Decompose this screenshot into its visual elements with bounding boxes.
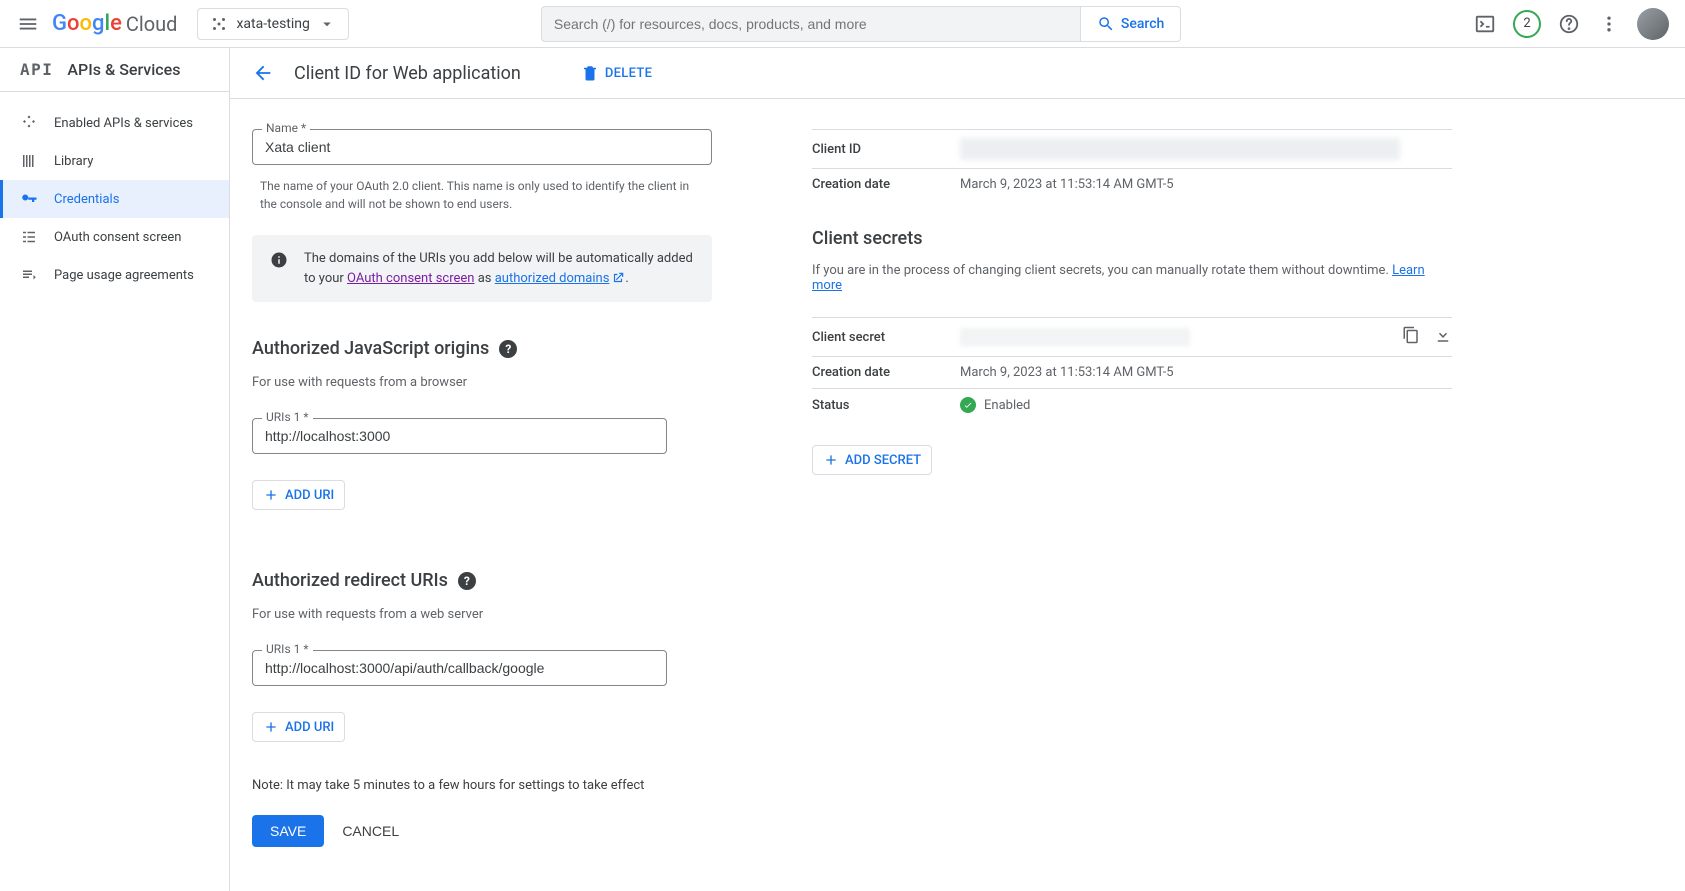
right-column: Client ID Creation date March 9, 2023 at… — [812, 129, 1452, 475]
external-link-icon — [611, 271, 625, 285]
chevron-down-icon — [318, 15, 336, 33]
sidebar-title: APIs & Services — [67, 60, 180, 79]
delete-button[interactable]: DELETE — [581, 64, 652, 82]
redirect-uri-input[interactable] — [252, 650, 667, 686]
project-selector[interactable]: xata-testing — [197, 8, 348, 40]
project-name: xata-testing — [236, 16, 309, 32]
redirect-uri-label: URIs 1 * — [262, 642, 313, 656]
left-column: Name * The name of your OAuth 2.0 client… — [252, 129, 712, 847]
client-secrets-heading: Client secrets — [812, 228, 1452, 249]
creation-date-row: Creation date March 9, 2023 at 11:53:14 … — [812, 168, 1452, 200]
note-text: Note: It may take 5 minutes to a few hou… — [252, 778, 712, 793]
help-tooltip-icon[interactable]: ? — [458, 572, 476, 590]
redacted-client-secret — [960, 328, 1190, 346]
sidebar-item-label: Enabled APIs & services — [54, 116, 193, 131]
button-row: SAVE CANCEL — [252, 815, 712, 847]
client-id-row: Client ID — [812, 129, 1452, 168]
agreement-icon — [20, 266, 38, 284]
secret-actions — [1402, 326, 1452, 348]
sidebar-item-page-usage[interactable]: Page usage agreements — [0, 256, 229, 294]
search-icon — [1097, 15, 1115, 33]
redirect-uri-field: URIs 1 * — [252, 650, 712, 686]
redirect-sub: For use with requests from a web server — [252, 607, 712, 622]
google-cloud-logo[interactable]: Google Cloud — [52, 11, 177, 36]
js-uri-field: URIs 1 * — [252, 418, 712, 454]
redacted-client-id — [960, 138, 1400, 160]
js-origins-sub: For use with requests from a browser — [252, 375, 712, 390]
header-right: 2 — [1473, 8, 1669, 40]
client-secret-row: Client secret — [812, 318, 1452, 356]
js-uri-label: URIs 1 * — [262, 410, 313, 424]
oauth-consent-link[interactable]: OAuth consent screen — [347, 271, 474, 286]
search-button[interactable]: Search — [1081, 6, 1181, 42]
sidebar-item-label: Credentials — [54, 192, 119, 207]
notifications-badge[interactable]: 2 — [1513, 10, 1541, 38]
main-layout: API APIs & Services Enabled APIs & servi… — [0, 48, 1685, 891]
api-icon: API — [20, 60, 53, 79]
check-icon — [960, 397, 976, 413]
js-origins-heading: Authorized JavaScript origins ? — [252, 338, 712, 359]
add-js-uri-button[interactable]: ADD URI — [252, 480, 345, 510]
page-title: Client ID for Web application — [294, 63, 521, 84]
sidebar-item-enabled-apis[interactable]: Enabled APIs & services — [0, 104, 229, 142]
cloud-shell-icon[interactable] — [1473, 12, 1497, 36]
consent-icon — [20, 228, 38, 246]
sidebar-item-label: Library — [54, 154, 93, 169]
sidebar-item-label: OAuth consent screen — [54, 230, 181, 245]
top-header: Google Cloud xata-testing Search 2 — [0, 0, 1685, 48]
add-secret-button[interactable]: ADD SECRET — [812, 445, 932, 475]
name-label: Name * — [262, 121, 310, 135]
cancel-button[interactable]: CANCEL — [342, 815, 399, 847]
library-icon — [20, 152, 38, 170]
name-helper: The name of your OAuth 2.0 client. This … — [252, 171, 712, 213]
dashboard-icon — [20, 114, 38, 132]
client-secrets-sub: If you are in the process of changing cl… — [812, 263, 1452, 293]
more-icon[interactable] — [1597, 12, 1621, 36]
project-icon — [210, 15, 228, 33]
content: Client ID for Web application DELETE Nam… — [230, 48, 1685, 891]
js-uri-input[interactable] — [252, 418, 667, 454]
secret-creation-row: Creation date March 9, 2023 at 11:53:14 … — [812, 356, 1452, 388]
save-button[interactable]: SAVE — [252, 815, 324, 847]
help-tooltip-icon[interactable]: ? — [499, 340, 517, 358]
copy-icon[interactable] — [1402, 326, 1420, 348]
sidebar-item-library[interactable]: Library — [0, 142, 229, 180]
help-icon[interactable] — [1557, 12, 1581, 36]
trash-icon — [581, 64, 599, 82]
arrow-left-icon — [252, 62, 274, 84]
key-icon — [20, 190, 38, 208]
authorized-domains-link[interactable]: authorized domains — [495, 271, 610, 286]
avatar[interactable] — [1637, 8, 1669, 40]
status-row: Status Enabled — [812, 388, 1452, 421]
secret-table: Client secret Creation date March 9, 202… — [812, 317, 1452, 421]
name-field: Name * — [252, 129, 712, 165]
sidebar-item-credentials[interactable]: Credentials — [0, 180, 229, 218]
plus-icon — [263, 719, 279, 735]
plus-icon — [263, 487, 279, 503]
search-container: Search — [541, 6, 1181, 42]
sidebar-header: API APIs & Services — [0, 48, 229, 92]
name-input[interactable] — [252, 129, 712, 165]
sidebar: API APIs & Services Enabled APIs & servi… — [0, 48, 230, 891]
add-redirect-uri-button[interactable]: ADD URI — [252, 712, 345, 742]
search-input[interactable] — [541, 6, 1081, 42]
info-box: The domains of the URIs you add below wi… — [252, 235, 712, 302]
back-button[interactable] — [252, 62, 274, 84]
sidebar-item-oauth-consent[interactable]: OAuth consent screen — [0, 218, 229, 256]
sidebar-item-label: Page usage agreements — [54, 268, 194, 283]
content-header: Client ID for Web application DELETE — [230, 48, 1685, 99]
redirect-heading: Authorized redirect URIs ? — [252, 570, 712, 591]
info-icon — [270, 251, 288, 269]
download-icon[interactable] — [1434, 326, 1452, 348]
menu-icon[interactable] — [16, 12, 40, 36]
main-grid: Name * The name of your OAuth 2.0 client… — [230, 99, 1685, 887]
plus-icon — [823, 452, 839, 468]
